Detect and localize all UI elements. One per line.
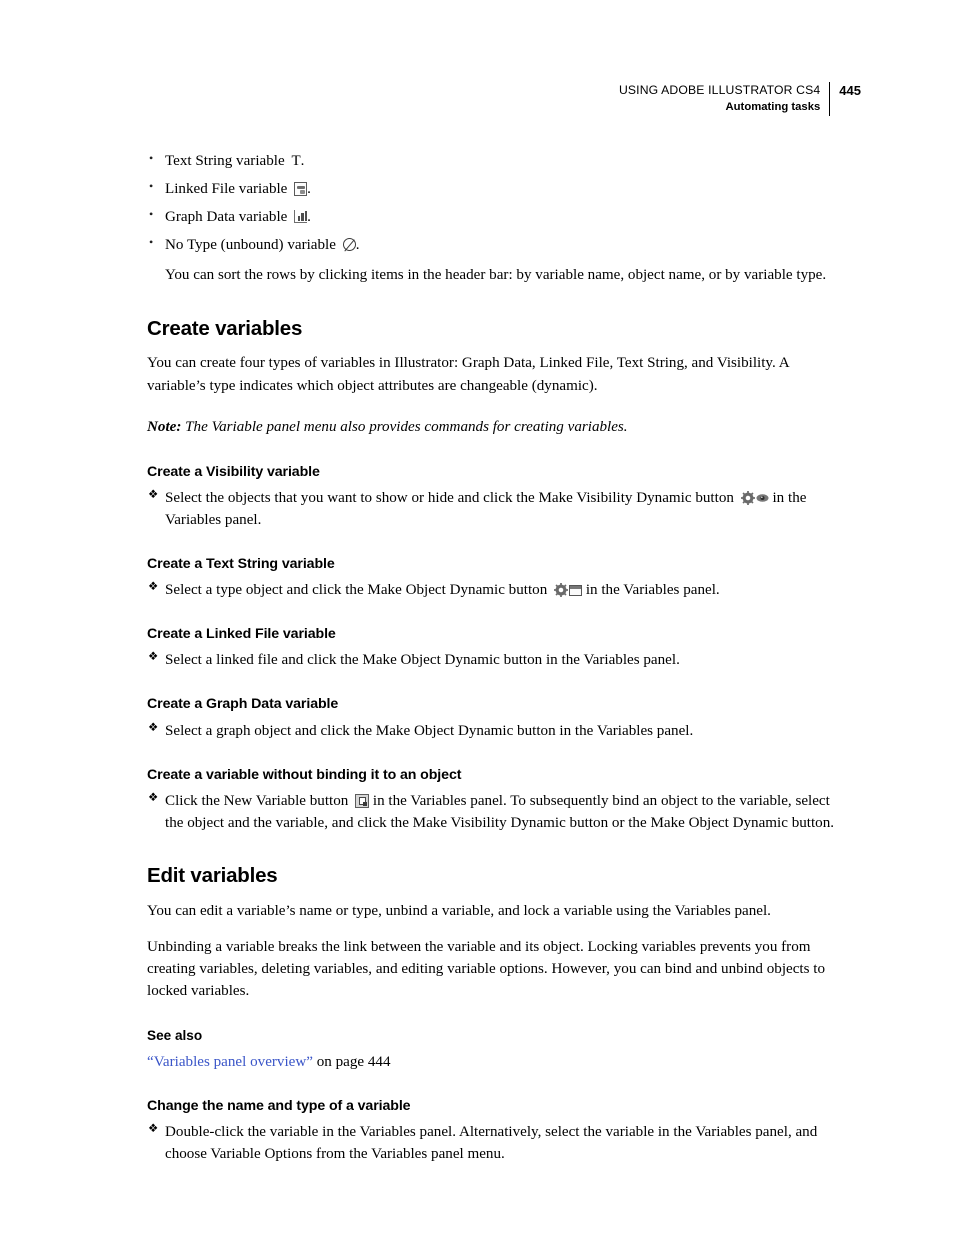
document-content: Text String variable T. Linked File vari… (147, 151, 844, 1165)
open-quote: “ (147, 1053, 154, 1070)
list-item: Graph Data variable . (147, 207, 844, 228)
header-subtitle: Automating tasks (725, 101, 821, 114)
list-item-suffix: . (300, 153, 305, 169)
heading-create-visibility-variable: Create a Visibility variable (147, 463, 320, 480)
create-variables-intro: You can create four types of variables i… (147, 355, 789, 394)
heading-create-variable-without-binding: Create a variable without binding it to … (147, 766, 462, 783)
heading-create-graph-data-variable: Create a Graph Data variable (147, 696, 339, 713)
edit-variables-para-1: You can edit a variable’s name or type, … (147, 902, 771, 919)
list-item: No Type (unbound) variable . (147, 235, 844, 256)
step-change-name-and-type: Double-click the variable in the Variabl… (147, 1121, 844, 1165)
variable-types-list: Text String variable T. Linked File vari… (147, 151, 844, 256)
see-also-reference: “Variables panel overview” on page 444 (147, 1051, 844, 1073)
list-item: Linked File variable . (147, 179, 844, 200)
link-variables-panel-overview[interactable]: Variables panel overview (154, 1054, 307, 1070)
object-frame-icon (569, 585, 583, 597)
step-create-graph-data-variable: Select a graph object and click the Make… (147, 720, 844, 742)
heading-create-text-string-variable: Create a Text String variable (147, 556, 335, 573)
list-item-suffix: . (307, 209, 311, 226)
heading-create-variables: Create variables (147, 316, 303, 340)
list-item-suffix: . (307, 181, 311, 198)
heading-edit-variables: Edit variables (147, 864, 278, 888)
eye-icon (756, 493, 769, 503)
linked-file-icon (294, 182, 308, 197)
gear-icon (740, 490, 755, 505)
page-header: USING ADOBE ILLUSTRATOR CS4 Automating t… (619, 82, 861, 116)
page-number: 445 (839, 83, 861, 98)
heading-see-also: See also (147, 1028, 203, 1044)
graph-data-icon (294, 210, 308, 224)
step-create-variable-without-binding: Click the New Variable button in the Var… (147, 790, 844, 834)
list-item-label: No Type (unbound) variable (165, 237, 336, 254)
text-string-icon: T (291, 153, 301, 169)
list-item-label: Linked File variable (165, 181, 288, 198)
heading-change-name-and-type: Change the name and type of a variable (147, 1097, 411, 1114)
step-create-text-string-variable: Select a type object and click the Make … (147, 579, 844, 601)
no-type-icon (342, 238, 356, 252)
step-text-before: Select the objects that you want to show… (165, 489, 734, 506)
header-title: USING ADOBE ILLUSTRATOR CS4 (618, 83, 821, 97)
new-variable-icon (355, 793, 370, 808)
create-variables-note: Note: The Variable panel menu also provi… (147, 417, 844, 439)
note-text: The Variable panel menu also provides co… (185, 418, 628, 435)
close-quote: ” (306, 1053, 313, 1070)
list-item-suffix: . (355, 237, 360, 254)
step-create-linked-file-variable: Select a linked file and click the Make … (147, 649, 844, 671)
list-item: Text String variable T. (147, 151, 844, 172)
step-text-before: Select a type object and click the Make … (165, 582, 548, 599)
step-text-before: Click the New Variable button (165, 792, 349, 809)
heading-create-linked-file-variable: Create a Linked File variable (147, 626, 336, 643)
list-item-label: Graph Data variable (165, 209, 288, 226)
list-item-label: Text String variable (165, 153, 285, 169)
edit-variables-para-2: Unbinding a variable breaks the link bet… (147, 938, 825, 1000)
step-create-visibility-variable: Select the objects that you want to show… (147, 487, 844, 531)
page-reference: on page 444 (312, 1053, 391, 1070)
sort-rows-note: You can sort the rows by clicking items … (165, 266, 827, 283)
header-text-block: USING ADOBE ILLUSTRATOR CS4 Automating t… (619, 82, 829, 116)
gear-icon (554, 583, 569, 598)
step-text-after: in the Variables panel. (585, 582, 720, 599)
note-label: Note: (147, 418, 182, 435)
